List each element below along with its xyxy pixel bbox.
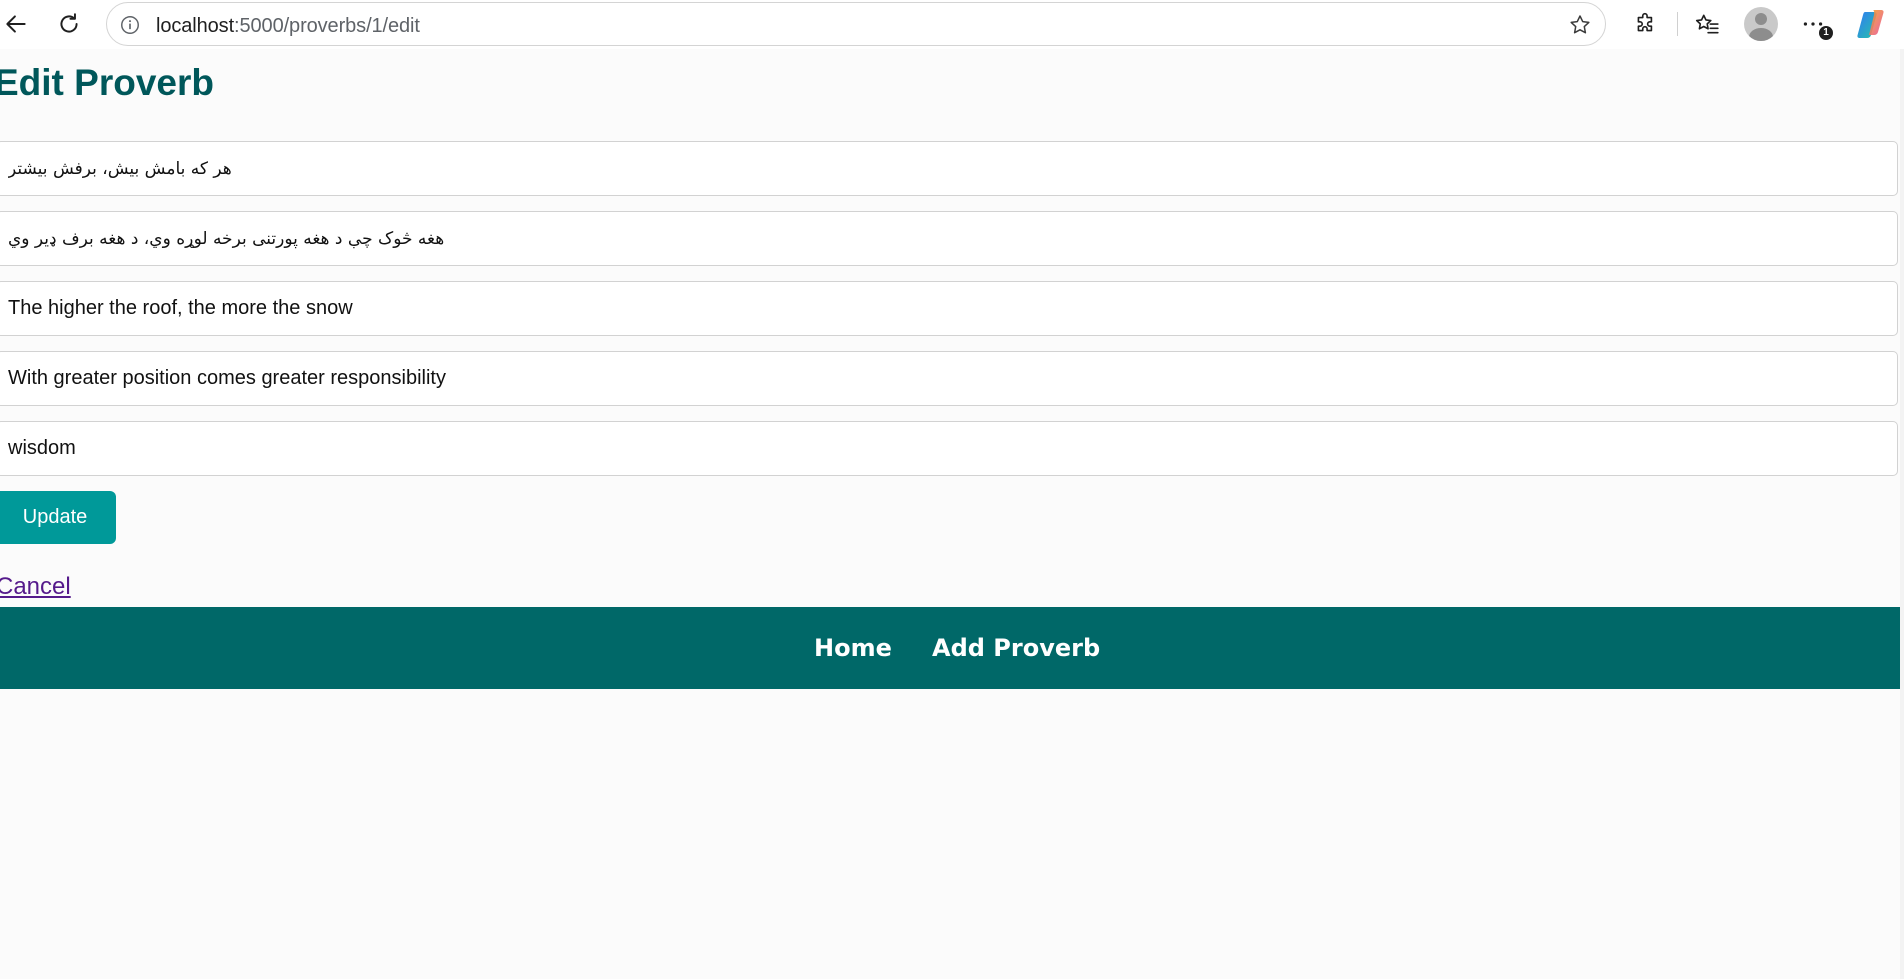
site-info-icon[interactable] bbox=[117, 12, 143, 38]
scrollbar-track[interactable] bbox=[1900, 49, 1904, 979]
update-badge: 1 bbox=[1819, 26, 1833, 40]
meaning-input[interactable] bbox=[0, 351, 1898, 406]
footer-home-link[interactable]: Home bbox=[814, 634, 892, 662]
cancel-link[interactable]: Cancel bbox=[0, 573, 71, 601]
update-button[interactable]: Update bbox=[0, 491, 116, 544]
toolbar-separator bbox=[1677, 12, 1678, 36]
extensions-icon[interactable] bbox=[1630, 8, 1662, 40]
footer-nav: Home Add Proverb bbox=[0, 607, 1900, 689]
address-bar[interactable]: localhost:5000/proverbs/1/edit bbox=[106, 2, 1606, 46]
back-arrow-icon[interactable] bbox=[0, 8, 32, 40]
browser-toolbar: localhost:5000/proverbs/1/edit 1 bbox=[0, 0, 1904, 49]
url-text[interactable]: localhost:5000/proverbs/1/edit bbox=[156, 15, 420, 38]
translation-input[interactable] bbox=[0, 281, 1898, 336]
favorites-icon[interactable] bbox=[1691, 8, 1723, 40]
copilot-icon[interactable] bbox=[1855, 8, 1887, 40]
pashto-proverb-input[interactable] bbox=[0, 211, 1898, 266]
profile-avatar[interactable] bbox=[1744, 7, 1778, 41]
reload-icon[interactable] bbox=[53, 8, 85, 40]
category-input[interactable] bbox=[0, 421, 1898, 476]
favorite-star-icon[interactable] bbox=[1567, 12, 1593, 38]
footer-add-proverb-link[interactable]: Add Proverb bbox=[932, 634, 1100, 662]
persian-proverb-input[interactable] bbox=[0, 141, 1898, 196]
url-path: :5000/proverbs/1/edit bbox=[234, 15, 420, 37]
avatar-head bbox=[1755, 13, 1767, 25]
url-host: localhost bbox=[156, 15, 235, 37]
page-title: Edit Proverb bbox=[0, 62, 214, 103]
avatar-body bbox=[1749, 28, 1773, 41]
